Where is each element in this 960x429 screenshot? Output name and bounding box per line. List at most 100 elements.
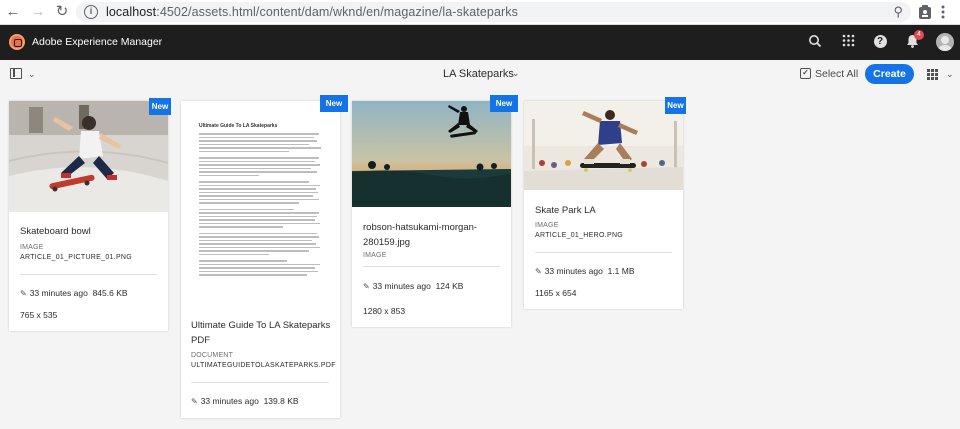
- doc-preview-line: [199, 226, 283, 228]
- notification-count-badge: 4: [914, 30, 924, 40]
- asset-thumbnail[interactable]: Ultimate Guide To LA Skateparks: [181, 101, 340, 301]
- asset-card-ultimate-guide-pdf[interactable]: Ultimate Guide To LA Skateparks New Ulti…: [181, 95, 348, 418]
- app-title[interactable]: Adobe Experience Manager: [32, 36, 162, 48]
- doc-preview-line: [199, 232, 317, 234]
- doc-preview-line: [199, 270, 318, 272]
- search-icon[interactable]: [807, 34, 823, 50]
- doc-preview-line: [199, 136, 314, 138]
- doc-preview-line: [199, 202, 299, 204]
- modified-time: 33 minutes ago: [29, 288, 88, 298]
- profile-icon[interactable]: [918, 4, 934, 20]
- doc-preview-line: [199, 267, 315, 269]
- asset-filename: ARTICLE_01_PICTURE_01.PNG: [20, 254, 133, 261]
- asset-meta: ✎ 33 minutes ago 139.8 KB: [191, 396, 299, 406]
- doc-preview-line: [199, 157, 319, 159]
- asset-meta: ✎ 33 minutes ago 845.6 KB: [20, 288, 128, 298]
- edit-pencil-icon: ✎: [20, 289, 27, 298]
- new-badge: New: [320, 95, 348, 112]
- asset-thumbnail[interactable]: [352, 101, 511, 207]
- browser-toolbar: ← → ↻ i localhost:4502/assets.html/conte…: [0, 0, 960, 25]
- asset-card-robson-hatsukami[interactable]: New robson-hatsukami-morgan- 280159.jpg …: [352, 95, 518, 327]
- select-all-icon[interactable]: ✓: [800, 68, 811, 79]
- doc-preview-line: [199, 236, 319, 238]
- address-bar[interactable]: i localhost:4502/assets.html/content/dam…: [76, 2, 911, 22]
- create-button[interactable]: Create: [865, 64, 914, 84]
- asset-type: IMAGE: [363, 252, 387, 259]
- doc-preview-line: [199, 250, 309, 252]
- solutions-grid-icon[interactable]: [840, 34, 856, 50]
- doc-preview-line: [199, 167, 311, 169]
- asset-title-line: Ultimate Guide To LA Skateparks: [191, 320, 331, 331]
- asset-dimensions: 765 x 535: [20, 310, 58, 320]
- view-switcher-icon[interactable]: [927, 69, 938, 80]
- edit-pencil-icon: ✎: [363, 282, 370, 291]
- asset-card-skate-park-la[interactable]: New Skate Park LA IMAGE ARTICLE_01_HERO.…: [524, 97, 686, 309]
- zoom-icon[interactable]: ⚲: [893, 4, 903, 20]
- file-size: 139.8 KB: [263, 396, 299, 406]
- doc-preview-line: [199, 160, 315, 162]
- asset-type: IMAGE: [535, 222, 559, 229]
- aem-logo-icon[interactable]: [9, 34, 25, 50]
- back-icon[interactable]: ←: [4, 3, 22, 21]
- asset-title[interactable]: Skateboard bowl: [20, 225, 91, 238]
- asset-thumbnail[interactable]: [524, 101, 683, 190]
- asset-type: IMAGE: [20, 244, 44, 251]
- edit-pencil-icon: ✎: [535, 267, 542, 276]
- file-size: 124 KB: [435, 281, 464, 291]
- doc-preview-line: [199, 195, 313, 197]
- folder-chevron-down-icon[interactable]: ⌄: [512, 68, 520, 79]
- card-divider: [363, 266, 500, 267]
- card-divider: [20, 274, 157, 275]
- chevron-down-icon[interactable]: ⌄: [28, 69, 36, 80]
- doc-preview-line: [199, 219, 315, 221]
- url-text: localhost:4502/assets.html/content/dam/w…: [106, 5, 518, 19]
- new-badge: New: [490, 95, 518, 112]
- help-icon[interactable]: ?: [872, 34, 888, 50]
- doc-preview-line: [199, 174, 259, 176]
- doc-preview-line: [199, 253, 269, 255]
- doc-preview-line: [199, 212, 319, 214]
- asset-filename: ARTICLE_01_HERO.PNG: [535, 232, 624, 239]
- asset-meta: ✎ 33 minutes ago 124 KB: [363, 281, 463, 291]
- select-all-button[interactable]: Select All: [815, 68, 858, 80]
- asset-dimensions: 1280 x 853: [363, 306, 406, 316]
- new-badge: New: [149, 98, 171, 115]
- doc-preview-heading: Ultimate Guide To LA Skateparks: [199, 123, 278, 129]
- modified-time: 33 minutes ago: [200, 396, 259, 406]
- doc-preview-line: [199, 263, 320, 265]
- card-divider: [535, 252, 672, 253]
- doc-preview-line: [199, 164, 320, 166]
- doc-preview-line: [199, 184, 320, 186]
- asset-dimensions: 1165 x 654: [535, 288, 577, 298]
- rail-toggle-icon[interactable]: [10, 68, 22, 79]
- asset-title-line: robson-hatsukami-morgan-: [363, 222, 478, 233]
- doc-preview-line: [199, 133, 319, 135]
- user-avatar[interactable]: [936, 33, 954, 51]
- asset-card-skateboard-bowl[interactable]: New Skateboard bowl IMAGE ARTICLE_01_PIC…: [9, 98, 171, 331]
- notifications-bell-icon[interactable]: 4: [904, 30, 924, 50]
- asset-type: DOCUMENT: [191, 352, 234, 359]
- doc-preview-line: [199, 188, 316, 190]
- asset-title[interactable]: robson-hatsukami-morgan- 280159.jpg: [363, 221, 477, 249]
- doc-preview-line: [199, 215, 317, 217]
- folder-title[interactable]: LA Skateparks: [443, 68, 514, 80]
- doc-preview-line: [199, 171, 317, 173]
- asset-filename: ULTIMATEGUIDETOLASKATEPARKS.PDF: [191, 362, 336, 369]
- app-header: Adobe Experience Manager ? 4: [0, 25, 960, 60]
- site-info-icon[interactable]: i: [84, 5, 98, 19]
- view-chevron-down-icon[interactable]: ⌄: [946, 69, 954, 80]
- asset-title[interactable]: Skate Park LA: [535, 204, 596, 217]
- doc-preview-line: [199, 243, 316, 245]
- doc-preview-line: [199, 198, 319, 200]
- asset-meta: ✎ 33 minutes ago 1.1 MB: [535, 266, 635, 276]
- asset-thumbnail[interactable]: [9, 101, 168, 212]
- reload-icon[interactable]: ↻: [53, 3, 71, 21]
- asset-title[interactable]: Ultimate Guide To LA Skateparks PDF: [191, 319, 330, 347]
- doc-preview-line: [199, 181, 309, 183]
- browser-menu-icon[interactable]: [941, 4, 957, 20]
- doc-preview-line: [199, 246, 320, 248]
- doc-preview-line: [199, 222, 320, 224]
- doc-preview-line: [199, 274, 307, 276]
- modified-time: 33 minutes ago: [372, 281, 431, 291]
- forward-icon[interactable]: →: [29, 3, 47, 21]
